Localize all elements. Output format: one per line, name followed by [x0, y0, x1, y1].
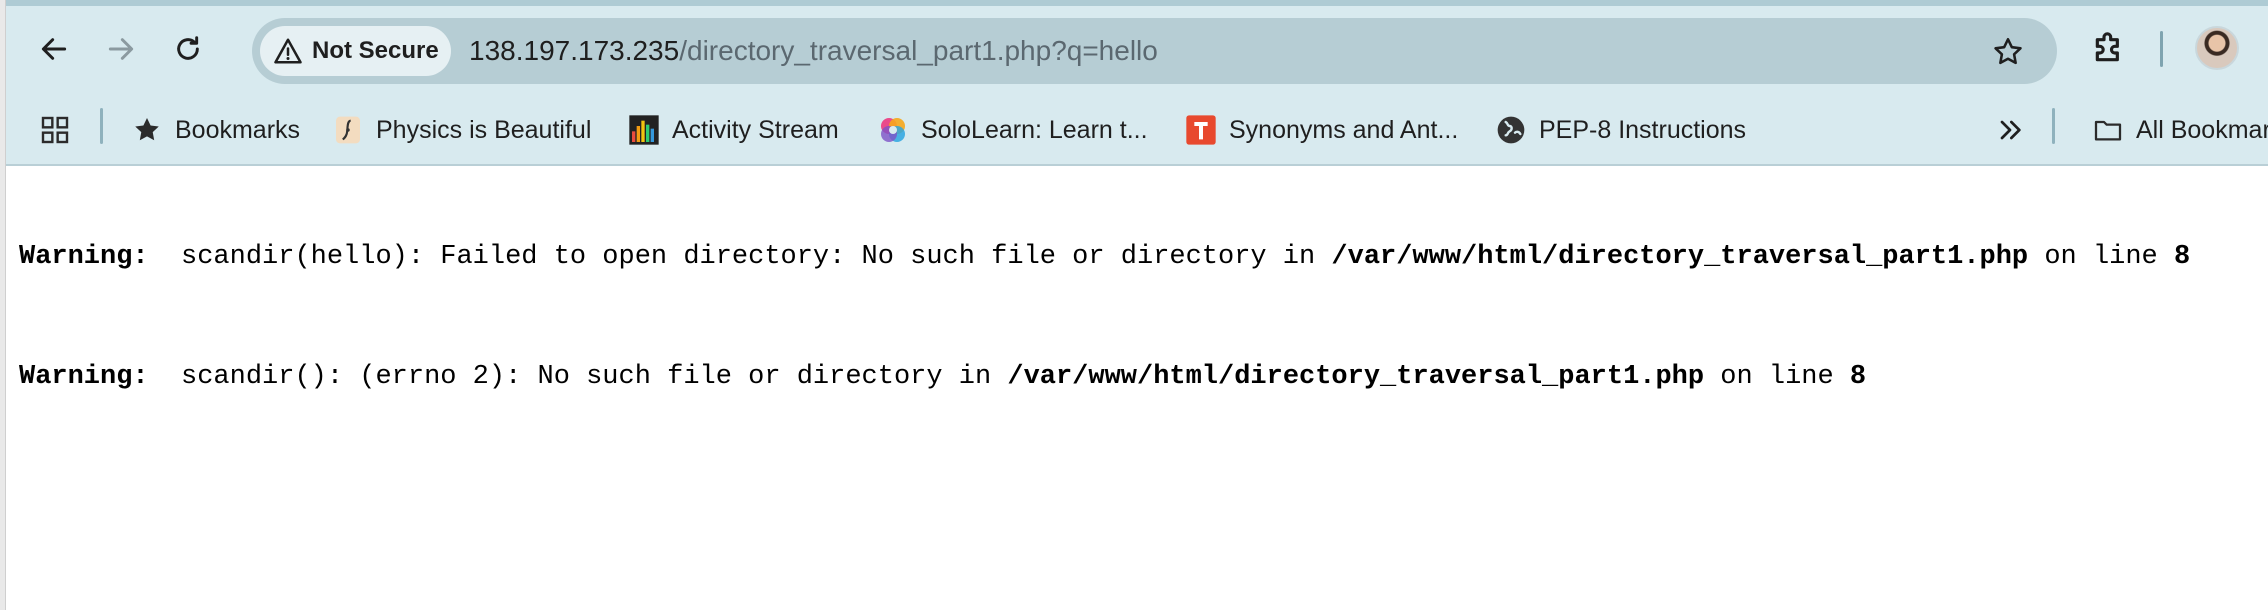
- bookmark-label: Bookmarks: [175, 115, 301, 144]
- bookmark-item-physics[interactable]: Physics is Beautiful: [332, 107, 591, 153]
- url-host: 138.197.173.235: [469, 35, 680, 66]
- warning-on-line: on line: [1704, 362, 1850, 392]
- folder-icon: [2094, 120, 2122, 141]
- reload-icon: [177, 36, 199, 60]
- star-icon: [135, 118, 159, 141]
- profile-avatar[interactable]: [2195, 26, 2239, 70]
- bookmark-item-sololearn[interactable]: SoloLearn: Learn t...: [877, 107, 1148, 153]
- double-chevron-right-icon: [2000, 120, 2021, 140]
- bookmark-item-activity-stream[interactable]: Activity Stream: [628, 107, 839, 153]
- warning-message: scandir(hello): Failed to open directory…: [181, 242, 1332, 272]
- bookmark-item-pep8[interactable]: PEP-8 Instructions: [1495, 107, 1746, 153]
- warning-line-number: 8: [1849, 362, 1867, 392]
- bookmark-label: Synonyms and Ant...: [1229, 115, 1459, 144]
- bookmarks-bar: Bookmarks Physics is Beautiful Activity …: [5, 98, 2268, 166]
- toolbar-divider: [2160, 31, 2163, 67]
- arrow-left-icon: [41, 38, 67, 60]
- physics-favicon: [336, 116, 360, 144]
- warning-label: Warning: [19, 242, 133, 272]
- bookmarks-divider: [2052, 108, 2055, 144]
- page-content: Warning: scandir(hello): Failed to open …: [5, 166, 2268, 610]
- warning-message: scandir(): (errno 2): No such file or di…: [181, 362, 1008, 392]
- url-text[interactable]: 138.197.173.235/directory_traversal_part…: [469, 34, 1158, 68]
- warning-triangle-icon: [274, 38, 302, 64]
- bookmark-star-icon[interactable]: [1991, 35, 2025, 69]
- forward-button[interactable]: [98, 26, 144, 72]
- back-button[interactable]: [31, 26, 77, 72]
- tab-strip-edge: [5, 0, 2268, 6]
- php-warning: Warning: scandir(hello): Failed to open …: [19, 242, 2191, 272]
- bookmark-item-synonyms[interactable]: Synonyms and Ant...: [1185, 107, 1458, 153]
- bookmarks-overflow-button[interactable]: [1994, 107, 2038, 153]
- bar-chart-favicon: [629, 115, 659, 145]
- security-indicator[interactable]: Not Secure: [260, 26, 451, 76]
- thesaurus-favicon: [1186, 115, 1216, 145]
- browser-toolbar: Not Secure 138.197.173.235/directory_tra…: [5, 0, 2268, 98]
- apps-button[interactable]: [39, 107, 83, 153]
- window-edge: [0, 0, 6, 610]
- security-label: Not Secure: [312, 37, 439, 64]
- bookmark-label: PEP-8 Instructions: [1539, 115, 1747, 144]
- bookmark-item-bookmarks[interactable]: Bookmarks: [131, 107, 300, 153]
- warning-line-number: 8: [2173, 242, 2191, 272]
- extensions-puzzle-icon[interactable]: [2089, 28, 2129, 68]
- warning-file: /var/www/html/directory_traversal_part1.…: [1331, 242, 2029, 272]
- all-bookmarks-button[interactable]: All Bookmarks: [2092, 107, 2268, 153]
- all-bookmarks-label: All Bookmarks: [2136, 115, 2268, 144]
- warning-file: /var/www/html/directory_traversal_part1.…: [1007, 362, 1705, 392]
- apps-grid-icon: [41, 116, 69, 144]
- warning-label: Warning: [19, 362, 133, 392]
- php-warning: Warning: scandir(): (errno 2): No such f…: [19, 362, 1867, 392]
- bookmarks-divider: [100, 108, 103, 144]
- warning-on-line: on line: [2028, 242, 2174, 272]
- url-path: /directory_traversal_part1.php?q=hello: [679, 35, 1158, 66]
- sololearn-favicon: [881, 118, 905, 142]
- bookmark-label: SoloLearn: Learn t...: [921, 115, 1148, 144]
- address-bar[interactable]: Not Secure 138.197.173.235/directory_tra…: [252, 18, 2057, 84]
- bookmark-label: Physics is Beautiful: [376, 115, 592, 144]
- reload-button[interactable]: [165, 26, 211, 72]
- bookmark-label: Activity Stream: [672, 115, 839, 144]
- arrow-right-icon: [108, 38, 134, 60]
- globe-icon: [1497, 116, 1525, 144]
